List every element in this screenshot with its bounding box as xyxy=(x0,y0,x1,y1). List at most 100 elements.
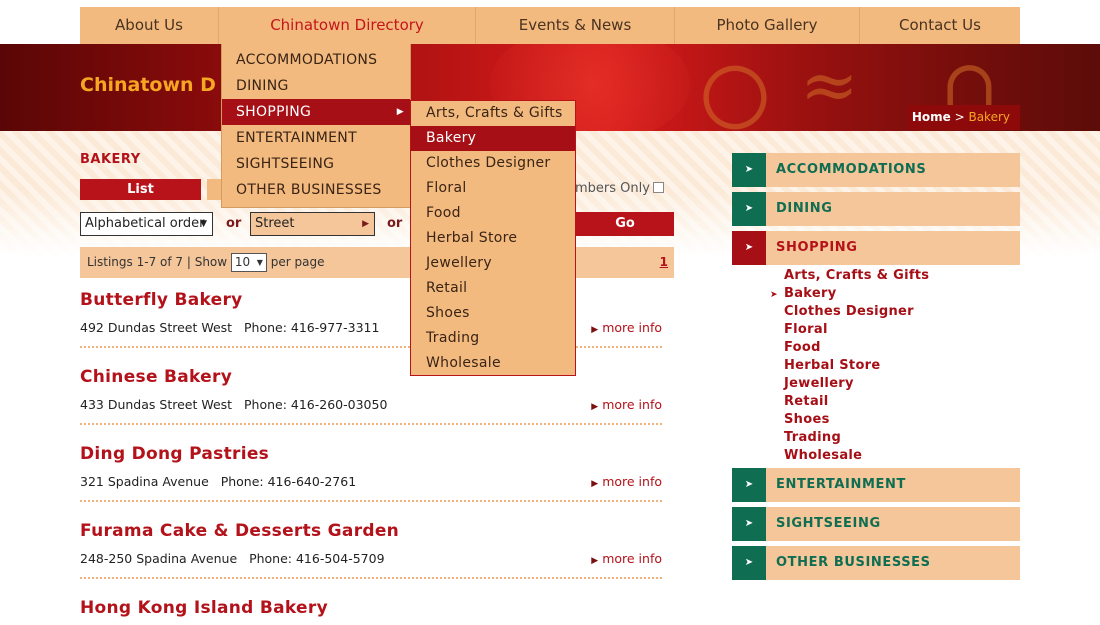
menu-item-other-businesses[interactable]: OTHER BUSINESSES xyxy=(222,177,410,203)
category-title: BAKERY xyxy=(80,152,141,167)
nav-photo-gallery[interactable]: Photo Gallery xyxy=(675,7,860,44)
breadcrumb: Home > Bakery xyxy=(908,105,1020,130)
sidebar-item-label: DINING xyxy=(776,201,833,216)
nav-events-news[interactable]: Events & News xyxy=(476,7,675,44)
dotted-divider xyxy=(80,577,662,579)
submenu-item-clothes-designer[interactable]: Clothes Designer xyxy=(411,151,575,176)
menu-item-shopping[interactable]: SHOPPING ▶ xyxy=(222,99,410,125)
street-select[interactable]: Street ▶ xyxy=(250,212,375,236)
menu-item-accommodations[interactable]: ACCOMMODATIONS xyxy=(222,47,410,73)
per-page-label: per page xyxy=(270,255,325,269)
listing-item: Ding Dong Pastries 321 Spadina Avenue Ph… xyxy=(80,444,662,521)
sidebar-item-dining[interactable]: ➤ DINING xyxy=(732,192,1020,226)
sidebar-item-entertainment[interactable]: ➤ ENTERTAINMENT xyxy=(732,468,1020,502)
more-info-label: more info xyxy=(602,320,662,335)
nav-about-us[interactable]: About Us xyxy=(80,7,219,44)
listing-name[interactable]: Hong Kong Island Bakery xyxy=(80,598,328,618)
members-only-filter[interactable]: embers Only xyxy=(567,181,664,196)
listing-street: 321 Spadina Avenue xyxy=(80,474,209,489)
calligraphy-decoration: 〇 xyxy=(700,59,770,131)
submenu-item-trading[interactable]: Trading xyxy=(411,326,575,351)
sidebar-item-label: ENTERTAINMENT xyxy=(776,477,906,492)
submenu-item-wholesale[interactable]: Wholesale xyxy=(411,351,575,376)
breadcrumb-home[interactable]: Home xyxy=(912,110,951,124)
sidebar-sub-trading[interactable]: Trading xyxy=(784,430,841,445)
sidebar-item-sightseeing[interactable]: ➤ SIGHTSEEING xyxy=(732,507,1020,541)
directory-dropdown: ACCOMMODATIONS DINING SHOPPING ▶ ENTERTAI… xyxy=(221,44,411,208)
sidebar-sub-retail[interactable]: Retail xyxy=(784,394,829,409)
listing-item: Furama Cake & Desserts Garden 248-250 Sp… xyxy=(80,521,662,598)
sidebar-sub-clothes-designer[interactable]: Clothes Designer xyxy=(784,304,914,319)
submenu-item-jewellery[interactable]: Jewellery xyxy=(411,251,575,276)
listing-street: 433 Dundas Street West xyxy=(80,397,233,412)
more-info-link[interactable]: ▶ more info xyxy=(591,397,662,412)
listing-name[interactable]: Ding Dong Pastries xyxy=(80,444,269,464)
listing-name[interactable]: Chinese Bakery xyxy=(80,367,232,387)
listing-name[interactable]: Furama Cake & Desserts Garden xyxy=(80,521,399,541)
per-page-select[interactable]: 10 ▼ xyxy=(230,253,267,272)
sidebar-item-shopping[interactable]: ➤ SHOPPING xyxy=(732,231,1020,265)
listing-item: Chinese Bakery 433 Dundas Street West Ph… xyxy=(80,367,662,444)
submenu-item-retail[interactable]: Retail xyxy=(411,276,575,301)
sidebar-item-accommodations[interactable]: ➤ ACCOMMODATIONS xyxy=(732,153,1020,187)
submenu-item-shoes[interactable]: Shoes xyxy=(411,301,575,326)
sidebar-item-other-businesses[interactable]: ➤ OTHER BUSINESSES xyxy=(732,546,1020,580)
sidebar-item-label: SIGHTSEEING xyxy=(776,516,881,531)
menu-item-dining[interactable]: DINING xyxy=(222,73,410,99)
sidebar-sub-food[interactable]: Food xyxy=(784,340,821,355)
calligraphy-decoration: ≈ xyxy=(800,44,859,126)
page-link-1[interactable]: 1 xyxy=(660,247,668,278)
more-info-label: more info xyxy=(602,551,662,566)
nav-contact-us[interactable]: Contact Us xyxy=(860,7,1020,44)
sidebar-sub-floral[interactable]: Floral xyxy=(784,322,828,337)
menu-item-sightseeing[interactable]: SIGHTSEEING xyxy=(222,151,410,177)
listings-count: Listings 1-7 of 7 | Show xyxy=(87,255,228,269)
per-page-value: 10 xyxy=(234,255,251,269)
go-button[interactable]: Go xyxy=(576,212,674,236)
submenu-arrow-icon: ▶ xyxy=(396,107,404,117)
arrow-right-icon: ➤ xyxy=(732,192,766,226)
dotted-divider xyxy=(80,500,662,502)
nav-chinatown-directory[interactable]: Chinatown Directory xyxy=(219,7,476,44)
caret-down-icon: ▼ xyxy=(200,219,207,229)
sidebar-sub-arts-crafts-gifts[interactable]: Arts, Crafts & Gifts xyxy=(784,268,929,283)
listing-name[interactable]: Butterfly Bakery xyxy=(80,290,243,310)
current-arrow-icon: ➤ xyxy=(770,290,778,300)
submenu-item-floral[interactable]: Floral xyxy=(411,176,575,201)
sort-select-value: Alphabetical order xyxy=(85,216,205,231)
sidebar-sub-wholesale[interactable]: Wholesale xyxy=(784,448,862,463)
members-only-label: embers Only xyxy=(567,181,650,196)
submenu-item-food[interactable]: Food xyxy=(411,201,575,226)
more-info-link[interactable]: ▶ more info xyxy=(591,474,662,489)
more-info-label: more info xyxy=(602,397,662,412)
sidebar-sub-herbal-store[interactable]: Herbal Store xyxy=(784,358,881,373)
or-label: or xyxy=(226,216,242,231)
submenu-item-arts-crafts-gifts[interactable]: Arts, Crafts & Gifts xyxy=(411,101,575,126)
breadcrumb-separator: > xyxy=(954,110,965,124)
site-title[interactable]: Chinatown D xyxy=(80,74,216,96)
caret-down-icon: ▼ xyxy=(256,258,263,267)
sidebar-sub-shoes[interactable]: Shoes xyxy=(784,412,830,427)
listing-phone: Phone: 416-260-03050 xyxy=(244,397,388,412)
more-info-label: more info xyxy=(602,474,662,489)
more-info-link[interactable]: ▶ more info xyxy=(591,320,662,335)
triangle-right-icon: ▶ xyxy=(591,402,599,412)
arrow-right-icon: ➤ xyxy=(732,468,766,502)
sidebar-item-label: OTHER BUSINESSES xyxy=(776,555,931,570)
menu-item-label: SHOPPING xyxy=(236,104,312,120)
listing-phone: Phone: 416-977-3311 xyxy=(244,320,380,335)
menu-item-entertainment[interactable]: ENTERTAINMENT xyxy=(222,125,410,151)
submenu-item-herbal-store[interactable]: Herbal Store xyxy=(411,226,575,251)
listing-phone: Phone: 416-504-5709 xyxy=(249,551,385,566)
sidebar-sub-jewellery[interactable]: Jewellery xyxy=(784,376,854,391)
arrow-right-icon: ➤ xyxy=(732,507,766,541)
listing-street: 248-250 Spadina Avenue xyxy=(80,551,238,566)
more-info-link[interactable]: ▶ more info xyxy=(591,551,662,566)
or-label: or xyxy=(387,216,403,231)
submenu-item-bakery[interactable]: Bakery xyxy=(411,126,575,151)
members-only-checkbox[interactable] xyxy=(652,182,664,193)
sort-select[interactable]: Alphabetical order ▼ xyxy=(80,212,213,236)
sidebar-sub-bakery[interactable]: Bakery xyxy=(784,286,836,301)
list-view-button[interactable]: List xyxy=(80,179,201,200)
triangle-right-icon: ▶ xyxy=(591,479,599,489)
